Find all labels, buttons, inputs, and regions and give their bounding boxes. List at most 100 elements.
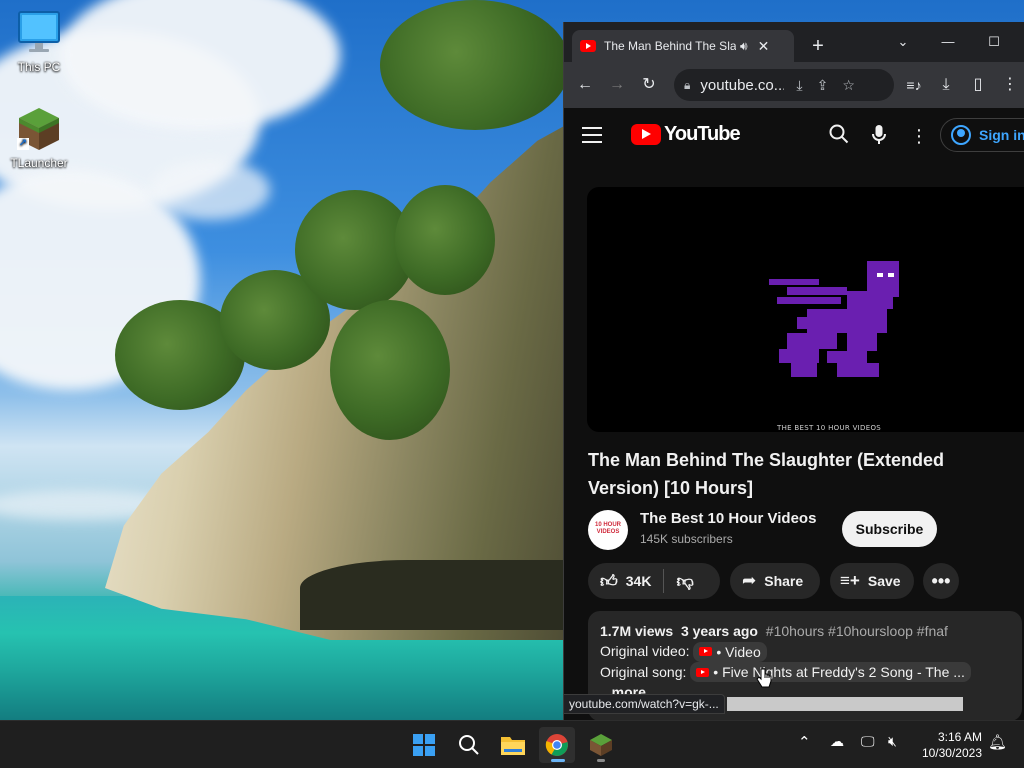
more-vert-icon[interactable]: ⋮	[907, 124, 931, 148]
purple-guy-figure	[769, 261, 899, 377]
subscriber-count: 145K subscribers	[640, 532, 733, 546]
hamburger-menu-icon[interactable]	[582, 127, 602, 143]
address-bar[interactable]: 🔒︎ youtube.co... ⤓ ⇪ ☆	[674, 69, 894, 101]
desktop-icon-label: This PC	[17, 60, 61, 74]
tree	[330, 300, 450, 440]
chrome-icon	[545, 734, 568, 756]
running-indicator	[551, 759, 565, 762]
back-icon[interactable]: ←	[572, 72, 598, 98]
new-tab-button[interactable]: +	[806, 34, 830, 58]
onedrive-icon[interactable]: ☁	[830, 733, 844, 750]
install-app-icon[interactable]: ⤓	[796, 77, 802, 94]
minimize-button[interactable]: —	[926, 28, 970, 56]
channel-avatar[interactable]: 10 HOUR VIDEOS	[588, 510, 628, 550]
original-video-link[interactable]: • Video	[693, 641, 767, 662]
subscribe-button[interactable]: Subscribe	[842, 511, 937, 547]
desktop-icon-label: TLauncher	[10, 156, 68, 170]
taskbar-chrome[interactable]	[539, 727, 575, 763]
save-button[interactable]: ≡+ Save	[830, 563, 914, 599]
like-dislike-group: 👍︎ 34K 👎︎	[588, 563, 720, 599]
horizontal-scrollbar[interactable]	[727, 697, 963, 711]
taskbar-minecraft-launcher[interactable]	[583, 727, 619, 763]
original-song-link[interactable]: • Five Nights at Freddy's 2 Song - The .…	[690, 662, 971, 682]
microphone-icon[interactable]	[867, 124, 891, 148]
hashtags[interactable]: #10hours #10hoursloop #fnaf	[766, 623, 948, 639]
playlist-add-icon: ≡+	[840, 571, 860, 590]
tree	[380, 0, 570, 130]
maximize-button[interactable]: ☐	[972, 28, 1016, 56]
more-actions-button[interactable]: •••	[923, 563, 959, 599]
clock-date: 10/30/2023	[921, 746, 982, 760]
hand-cursor-icon	[756, 668, 772, 693]
view-count: 1.7M views	[600, 623, 674, 639]
upload-age: 3 years ago	[680, 623, 758, 639]
monitor-icon	[17, 10, 61, 56]
share-button[interactable]: ➦ Share	[730, 563, 820, 599]
share-arrow-icon: ➦	[742, 571, 757, 590]
original-song-chip-text: • Five Nights at Freddy's 2 Song - The .…	[713, 664, 965, 680]
taskbar: ⌃ ☁ 🖵︎ 🔇︎ 3:16 AM 10/30/2023 🔔︎	[0, 720, 1024, 768]
youtube-logo[interactable]: YouTube	[631, 123, 741, 146]
video-overlay-text: THE BEST 10 HOUR VIDEOS	[777, 424, 881, 432]
sign-in-label: Sign in	[979, 127, 1024, 143]
save-label: Save	[867, 573, 901, 589]
tab-search-icon[interactable]: ⌄	[881, 28, 925, 56]
forward-icon[interactable]: →	[604, 72, 630, 98]
divider	[663, 569, 665, 593]
desktop-icon-this-pc[interactable]: This PC	[2, 10, 76, 74]
thumbs-down-icon[interactable]: 👎︎	[676, 571, 693, 592]
tab-active[interactable]: The Man Behind The Slaughter (Extended V…	[572, 30, 794, 62]
video-player[interactable]: THE BEST 10 HOUR VIDEOS	[587, 187, 1024, 432]
cliff-shadow	[300, 560, 570, 630]
desktop-icon-tlauncher[interactable]: ↗ TLauncher	[2, 106, 76, 170]
thumbs-up-icon[interactable]: 👍︎	[600, 571, 618, 592]
speaker-icon[interactable]: 🔊︎	[740, 39, 748, 54]
download-icon[interactable]: ⤓	[933, 72, 959, 98]
like-count[interactable]: 34K	[626, 573, 652, 589]
original-song-label: Original song:	[600, 663, 687, 680]
youtube-play-icon	[631, 124, 661, 145]
side-panel-icon[interactable]: ▯	[965, 72, 991, 98]
bookmark-star-icon[interactable]: ☆	[842, 77, 855, 94]
tab-close-icon[interactable]: ✕	[758, 38, 770, 55]
browser-window: The Man Behind The Slaughter (Extended V…	[563, 22, 1024, 720]
reload-icon[interactable]: ↻	[636, 72, 662, 98]
start-button[interactable]	[406, 727, 442, 763]
youtube-wordmark: YouTube	[664, 123, 741, 145]
notification-bell-icon[interactable]: 🔔︎	[988, 733, 1007, 751]
video-title: The Man Behind The Slaughter (Extended V…	[588, 450, 945, 498]
clock-time: 3:16 AM	[937, 730, 982, 744]
grass-block-icon: ↗	[17, 106, 61, 152]
show-hidden-icons[interactable]: ⌃	[798, 733, 811, 751]
tree	[395, 185, 495, 295]
network-icon[interactable]: 🖵︎	[861, 733, 875, 750]
folder-icon	[501, 737, 525, 755]
shortcut-arrow-icon: ↗	[17, 138, 29, 150]
share-icon[interactable]: ⇪	[817, 77, 829, 94]
running-indicator	[597, 759, 605, 762]
search-icon[interactable]	[827, 124, 851, 148]
clock[interactable]: 3:16 AM 10/30/2023	[912, 729, 982, 761]
original-video-chip-text: • Video	[716, 643, 761, 660]
taskbar-file-explorer[interactable]	[495, 727, 531, 763]
grass-block-icon	[590, 734, 612, 756]
taskbar-search-button[interactable]	[451, 727, 487, 763]
search-icon	[459, 735, 479, 755]
youtube-mini-icon	[699, 647, 713, 656]
tab-strip: The Man Behind The Slaughter (Extended V…	[564, 22, 1024, 62]
chrome-menu-icon[interactable]: ⋮	[997, 72, 1023, 98]
media-control-icon[interactable]: ≡♪	[901, 72, 927, 98]
sign-in-button[interactable]: Sign in	[940, 118, 1024, 152]
account-icon	[951, 125, 971, 145]
cloud	[150, 160, 270, 220]
channel-name[interactable]: The Best 10 Hour Videos	[640, 510, 816, 527]
address-url: youtube.co...	[700, 76, 785, 94]
windows-logo-icon	[413, 734, 435, 756]
status-bar-url: youtube.com/watch?v=gk-...	[563, 694, 725, 714]
youtube-header: YouTube ⋮ Sign in	[564, 108, 1024, 162]
tab-title: The Man Behind The Slaughter (Extended V…	[604, 39, 736, 53]
original-video-label: Original video:	[600, 643, 690, 659]
share-label: Share	[764, 573, 804, 589]
volume-muted-icon[interactable]: 🔇︎	[888, 733, 897, 750]
browser-toolbar: ← → ↻ 🔒︎ youtube.co... ⤓ ⇪ ☆ ≡♪ ⤓ ▯ ⋮	[564, 62, 1024, 108]
